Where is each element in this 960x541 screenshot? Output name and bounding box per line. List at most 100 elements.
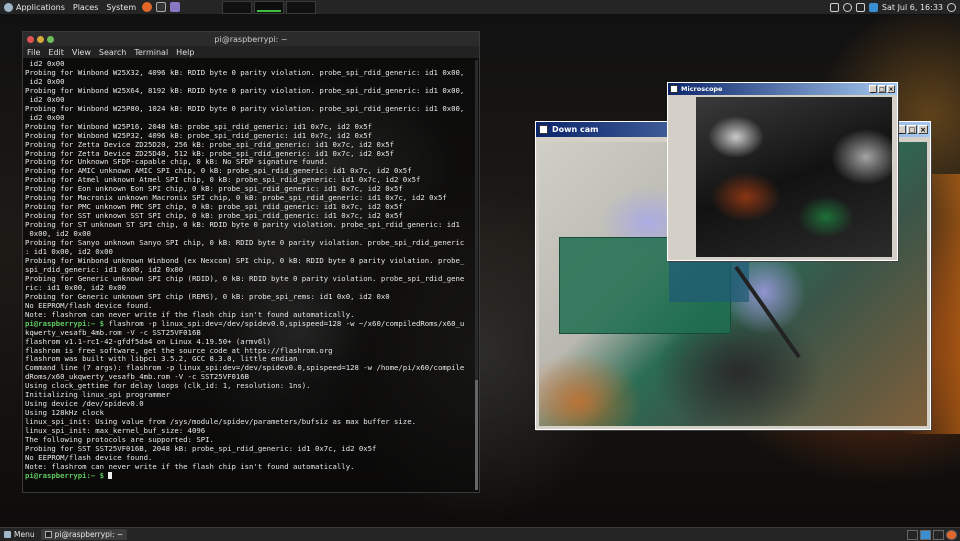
terminal-text: Probing for Winbond W25P80, 1024 kB: RDI… [25,103,465,113]
terminal-text: Probing for Generic unknown SPI chip (RE… [25,291,390,301]
terminal-text: ric: id1 0x00, id2 0x00 [25,282,127,292]
raspberry-logo-icon [4,2,13,12]
system-menu[interactable]: System [102,0,140,14]
terminal-text: linux_spi_init: Using value from /sys/mo… [25,417,416,427]
applications-label: Applications [16,2,65,12]
terminal-text: id2 0x00 [25,59,65,68]
close-icon[interactable]: × [918,125,928,134]
maximize-icon[interactable]: □ [878,85,886,93]
terminal-text: Command line (7 args): flashrom -p linux… [25,363,465,373]
terminal-text: Probing for AMIC unknown AMIC SPI chip, … [25,166,412,176]
terminal-text: flashrom was built with libpci 3.5.2, GC… [25,354,298,364]
window-app-icon [670,85,678,93]
calendar-icon[interactable] [868,2,878,12]
menu-file[interactable]: File [23,48,44,57]
start-menu-button[interactable]: Menu [0,530,39,539]
clock[interactable]: Sat Jul 6, 16:33 [882,3,943,12]
show-desktop-icon[interactable] [907,529,918,540]
terminal-scrollbar[interactable] [475,60,478,490]
microscope-window[interactable]: Microscope _ □ × [667,82,898,261]
menu-search[interactable]: Search [95,48,130,57]
taskbar-tray [907,529,960,540]
terminal-text: : id1 0x00, id2 0x00 [25,247,113,257]
menu-view[interactable]: View [68,48,95,57]
terminal-text: Probing for SST unknown SST SPI chip, 0 … [25,211,403,221]
terminal-text: Probing for Winbond unknown Winbond (ex … [25,255,465,265]
terminal-text: Probing for Winbond W25P16, 2048 kB: pro… [25,121,373,131]
terminal-text: dRoms/x60_ukqwerty_vesafb_4mb.rom -V -c … [25,372,250,382]
terminal-text: flashrom v1.1-rc1-42-gfdf5da4 on Linux 4… [25,336,272,346]
terminal-titlebar[interactable]: pi@raspberrypi: ~ [23,32,479,46]
maximize-icon[interactable]: □ [907,125,917,134]
bottom-taskbar: Menu pi@raspberrypi: ~ [0,527,960,541]
terminal-line: Probing for Winbond W25X64, 8192 kB: RDI… [25,85,477,96]
workspace-switcher-icon[interactable] [920,529,931,540]
terminal-text: Probing for Winbond W25X64, 8192 kB: RDI… [25,85,465,95]
close-icon[interactable]: × [887,85,895,93]
terminal-text: Probing for PMC unknown PMC SPI chip, 0 … [25,202,403,212]
terminal-text: Note: flashrom can never write if the fl… [25,309,355,319]
terminal-text: Probing for Unknown SFDP-capable chip, 0… [25,157,329,167]
terminal-text: No EEPROM/flash device found. [25,452,153,462]
terminal-text: Probing for Winbond W25X32, 4096 kB: RDI… [25,67,465,77]
terminal-text: flashrom is free software, get the sourc… [25,345,333,355]
shell-prompt: pi@raspberrypi:~ $ [25,470,105,480]
terminal-text: Probing for Zetta Device ZD25D40, 512 kB… [25,148,395,158]
workspace-1[interactable] [222,0,253,14]
menu-help[interactable]: Help [172,48,198,57]
terminal-icon [44,531,52,538]
terminal-text: Initializing linux_spi programmer [25,390,170,400]
terminal-text: Probing for Eon unknown Eon SPI chip, 0 … [25,184,403,194]
terminal-line: Probing for Winbond W25X32, 4096 kB: RDI… [25,67,477,78]
terminal-text: id2 0x00 [25,112,65,122]
taskbar-terminal-label: pi@raspberrypi: ~ [54,530,124,539]
network-icon[interactable] [855,2,865,12]
terminal-text: Probing for Macronix unknown Macronix SP… [25,193,447,203]
terminal-text: 0x00, id2 0x00 [25,229,91,239]
taskbar-terminal-button[interactable]: pi@raspberrypi: ~ [40,529,128,540]
places-menu[interactable]: Places [69,0,102,14]
menu-terminal[interactable]: Terminal [130,48,172,57]
top-panel: Applications Places System Sat Jul 6, 16… [0,0,960,15]
terminal-text: spi_rdid_generic: id1 0x00, id2 0x00 [25,264,184,274]
terminal-text: No EEPROM/flash device found. [25,300,153,310]
terminal-text: id2 0x00 [25,94,65,104]
terminal-text: Probing for SST SST25VF016B, 2048 kB: pr… [25,443,377,453]
terminal-output[interactable]: id2 0x00 Probing for Winbond W25X32, 4096… [23,58,479,490]
terminal-title: pi@raspberrypi: ~ [214,34,288,44]
power-icon[interactable] [947,2,956,12]
workspace-3[interactable] [286,0,317,14]
down-cam-title: Down cam [552,125,599,134]
applications-menu[interactable]: Applications [0,0,69,14]
terminal-line: Probing for Winbond W25P80, 1024 kB: RDI… [25,103,477,114]
text-editor-icon[interactable] [170,2,181,12]
system-tray: Sat Jul 6, 16:33 [829,2,960,12]
terminal-launcher-icon[interactable] [156,2,167,12]
terminal-window[interactable]: pi@raspberrypi: ~ File Edit View Search … [22,31,480,493]
trash-icon[interactable] [933,529,944,540]
minimize-icon[interactable]: _ [869,85,877,93]
firefox-icon[interactable] [142,2,153,12]
menu-edit[interactable]: Edit [44,48,68,57]
terminal-prompt-line: pi@raspberrypi:~ $ [25,470,477,481]
terminal-text: Note: flashrom can never write if the fl… [25,461,355,471]
terminal-text: Probing for Generic unknown SPI chip (RD… [25,273,465,283]
terminal-text: Probing for ST unknown ST SPI chip, 0 kB… [25,220,460,230]
terminal-text: Using 128kHz clock [25,408,105,418]
terminal-text: Using device /dev/spidev0.0 [25,399,144,409]
browser-icon[interactable] [946,529,957,540]
terminal-text: Probing for Zetta Device ZD25D20, 256 kB… [25,139,395,149]
volume-icon[interactable] [842,2,852,12]
window-app-icon [539,125,548,134]
microscope-video [696,97,892,257]
terminal-text: kqwerty_vesafb_4mb.rom -V -c SST25VF016B [25,327,201,337]
shell-prompt: pi@raspberrypi:~ $ [25,318,105,328]
microscope-title: Microscope [681,85,723,93]
terminal-text: The following protocols are supported: S… [25,435,214,445]
workspace-2[interactable] [254,0,285,14]
terminal-text: id2 0x00 [25,76,65,86]
terminal-text: Probing for Winbond W25P32, 4096 kB: pro… [25,130,373,140]
menu-label: Menu [14,530,35,539]
microscope-titlebar[interactable]: Microscope _ □ × [668,83,897,95]
display-icon[interactable] [829,2,839,12]
